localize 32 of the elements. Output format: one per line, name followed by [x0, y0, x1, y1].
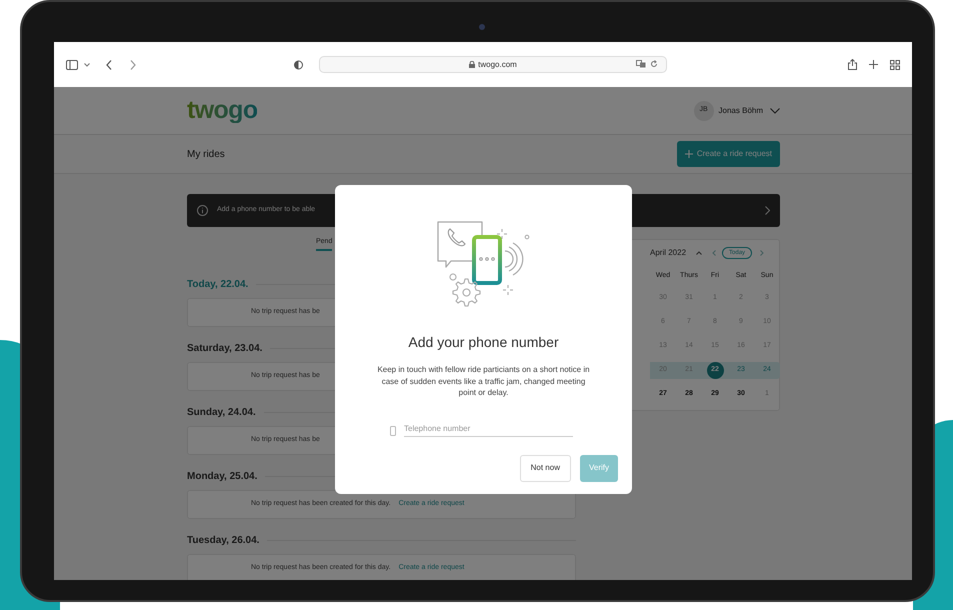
address-bar[interactable]: twogo.com [319, 56, 667, 73]
share-icon[interactable] [848, 59, 857, 70]
not-now-button[interactable]: Not now [520, 454, 571, 482]
user-name[interactable]: Jonas Böhm [718, 104, 763, 116]
tabs-grid-icon[interactable] [890, 60, 900, 70]
back-icon[interactable] [106, 60, 112, 70]
info-icon [197, 205, 208, 216]
translate-icon[interactable] [636, 60, 646, 68]
day-heading: Monday, 25.04. [187, 470, 258, 484]
day-heading: Tuesday, 26.04. [187, 534, 260, 548]
create-ride-button[interactable]: Create a ride request [676, 141, 780, 167]
calendar-month[interactable]: April 2022 [650, 247, 686, 259]
lock-icon [469, 61, 476, 68]
sidebar-icon[interactable] [66, 60, 78, 70]
dialog-title: Add your phone number [408, 333, 559, 352]
phone-number-field[interactable]: Telephone number [404, 422, 573, 436]
chevron-right-icon[interactable] [765, 206, 770, 215]
chevron-down-icon[interactable] [84, 62, 90, 66]
plus-icon[interactable] [869, 60, 878, 69]
phone-icon [390, 426, 396, 436]
chevron-down-icon[interactable] [770, 108, 780, 114]
forward-icon[interactable] [130, 60, 136, 70]
chevron-up-icon[interactable] [696, 251, 702, 255]
address-text: twogo.com [478, 58, 517, 70]
camera-icon [479, 24, 485, 30]
page-title: My rides [187, 148, 225, 162]
day-heading: Sunday, 24.04. [187, 406, 256, 420]
day-heading: Today, 22.04. [187, 278, 248, 292]
dialog-description: Keep in touch with fellow ride particiants on a short notice in case of sudden events like a traffic jam, changed meeting point or delay. [376, 364, 590, 398]
day-heading: Saturday, 23.04. [187, 342, 262, 356]
reload-icon[interactable] [650, 60, 658, 68]
plus-icon [684, 150, 693, 158]
